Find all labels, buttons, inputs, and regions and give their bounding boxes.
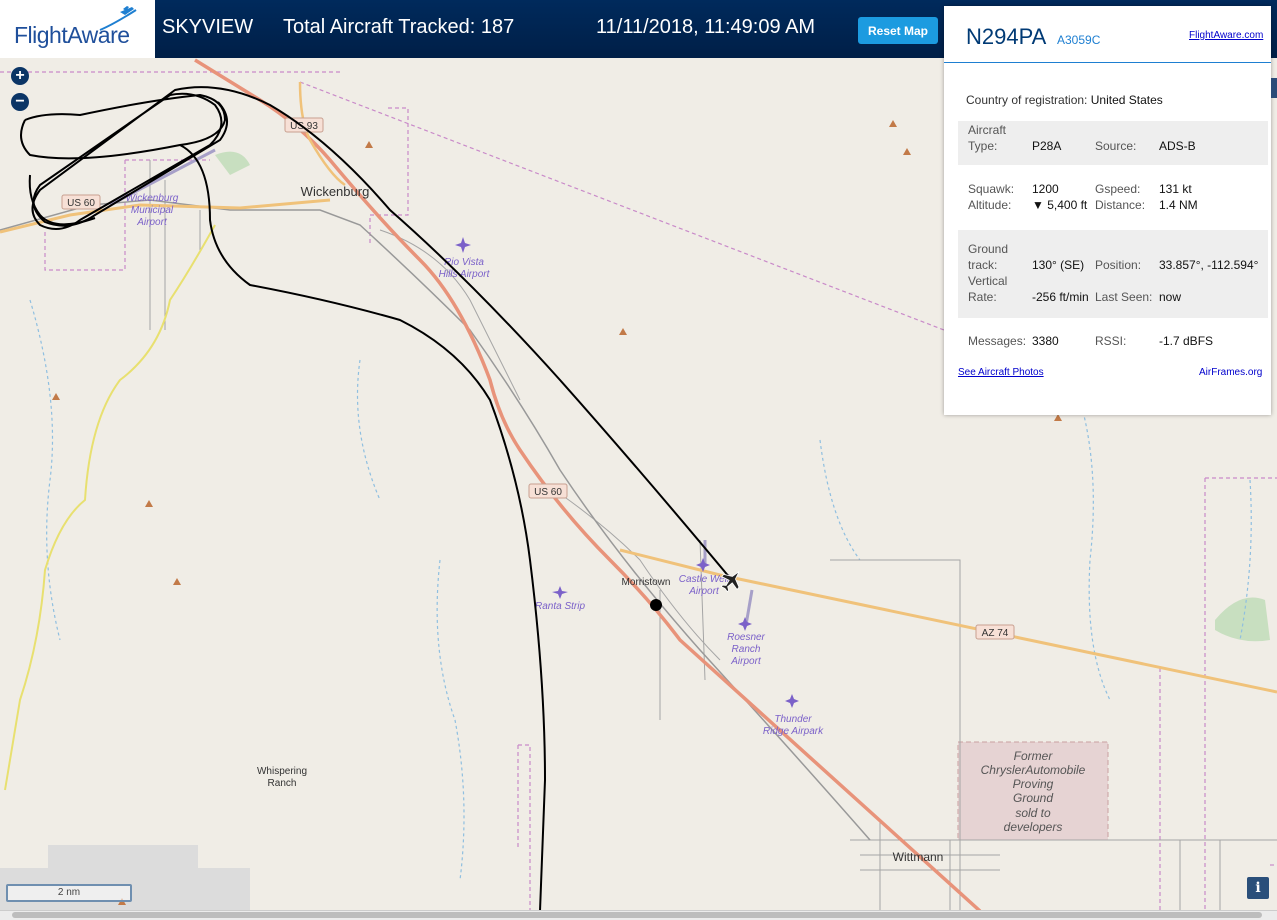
label-roesner-1: Roesner xyxy=(727,632,765,643)
label-wittmann: Wittmann xyxy=(893,850,944,864)
label-former-2: ChryslerAutomobile xyxy=(981,763,1086,777)
last-seen-value: now xyxy=(1159,290,1182,304)
label-roesner-3: Airport xyxy=(730,656,762,667)
label-whispering-2: Ranch xyxy=(268,778,297,789)
altitude-label: Altitude: xyxy=(968,198,1012,212)
map-scale-bar: 2 nm xyxy=(6,884,132,902)
label-thunder-1: Thunder xyxy=(774,714,812,725)
aircraft-hex: A3059C xyxy=(1057,33,1101,47)
label-wickenburg-airport-2: Municipal xyxy=(131,205,174,216)
yellow-road xyxy=(4,224,216,791)
label-castle-well-2: Airport xyxy=(688,586,720,597)
label-former-1: Former xyxy=(1014,749,1054,763)
vertical-rate-value: -256 ft/min xyxy=(1032,290,1089,304)
gspeed-value: 131 kt xyxy=(1159,182,1192,196)
label-ranta: Ranta Strip xyxy=(535,601,585,612)
label-us60-mid: US 60 xyxy=(534,487,562,498)
flightaware-link[interactable]: FlightAware.com xyxy=(1189,30,1263,41)
label-wickenburg-airport-1: Wickenburg xyxy=(126,193,179,204)
label-morristown: Morristown xyxy=(622,577,671,588)
airplane-logo-icon xyxy=(99,6,137,31)
country-row: Country of registration: United States xyxy=(966,93,1163,107)
map-info-button[interactable]: i xyxy=(1247,877,1269,899)
altitude-value: ▼ 5,400 ft xyxy=(1032,198,1088,212)
app-title: SKYVIEW xyxy=(162,16,254,38)
zoom-out-button[interactable]: − xyxy=(11,93,29,111)
label-thunder-2: Ridge Airpark xyxy=(763,726,824,737)
position-value: 33.857°, -112.594° xyxy=(1159,258,1259,272)
label-wickenburg: Wickenburg xyxy=(301,184,370,199)
label-us93: US 93 xyxy=(290,121,318,132)
rssi-label: RSSI: xyxy=(1095,334,1127,348)
source-value: ADS-B xyxy=(1159,139,1196,153)
panel-scrollbar[interactable] xyxy=(1271,78,1277,98)
peak-markers xyxy=(52,120,1062,905)
label-az74: AZ 74 xyxy=(982,628,1009,639)
label-us60-west: US 60 xyxy=(67,198,95,209)
label-roesner-2: Ranch xyxy=(732,644,761,655)
messages-value: 3380 xyxy=(1032,334,1059,348)
aircraft-photos-link[interactable]: See Aircraft Photos xyxy=(958,367,1044,378)
label-former-6: developers xyxy=(1004,820,1063,834)
park-area xyxy=(1215,597,1270,642)
ground-track-label: Ground track: xyxy=(968,242,1009,272)
squawk-value: 1200 xyxy=(1032,182,1059,196)
label-former-5: sold to xyxy=(1015,806,1051,820)
aircraft-type-value: P28A xyxy=(1032,139,1062,153)
position-label: Position: xyxy=(1095,258,1142,272)
zoom-in-button[interactable]: + xyxy=(11,67,29,85)
last-seen-label: Last Seen: xyxy=(1095,290,1153,304)
label-former-3: Proving xyxy=(1013,777,1054,791)
total-aircraft-tracked: Total Aircraft Tracked: 187 xyxy=(283,16,515,38)
airframes-link[interactable]: AirFrames.org xyxy=(1199,367,1262,378)
ground-track-value: 130° (SE) xyxy=(1032,258,1085,272)
flightaware-logo[interactable]: FlightAware xyxy=(0,0,155,58)
aircraft-info-panel: N294PA A3059C FlightAware.com Country of… xyxy=(944,6,1271,415)
source-label: Source: xyxy=(1095,139,1137,153)
aircraft-type-label: Aircraft Type: xyxy=(968,123,1007,153)
park-area-2 xyxy=(215,151,250,175)
scrollbar-thumb[interactable] xyxy=(12,912,1262,918)
track-origin-dot xyxy=(650,599,662,611)
country-value: United States xyxy=(1090,93,1163,107)
country-label: Country of registration: xyxy=(966,93,1088,107)
squawk-label: Squawk: xyxy=(968,182,1015,196)
aircraft-ident: N294PA xyxy=(966,24,1047,49)
current-datetime: 11/11/2018, 11:49:09 AM xyxy=(596,16,816,38)
distance-label: Distance: xyxy=(1095,198,1146,212)
reset-map-button[interactable]: Reset Map xyxy=(858,17,938,44)
gspeed-label: Gspeed: xyxy=(1095,182,1141,196)
label-wickenburg-airport-3: Airport xyxy=(136,217,168,228)
label-former-4: Ground xyxy=(1013,791,1053,805)
panel-divider xyxy=(944,62,1271,63)
rssi-value: -1.7 dBFS xyxy=(1159,334,1214,348)
label-whispering-1: Whispering xyxy=(257,766,307,777)
runways xyxy=(109,148,754,626)
distance-value: 1.4 NM xyxy=(1159,198,1198,212)
vertical-rate-label: Vertical Rate: xyxy=(968,274,1008,304)
railroad xyxy=(0,199,871,841)
messages-label: Messages: xyxy=(968,334,1027,348)
